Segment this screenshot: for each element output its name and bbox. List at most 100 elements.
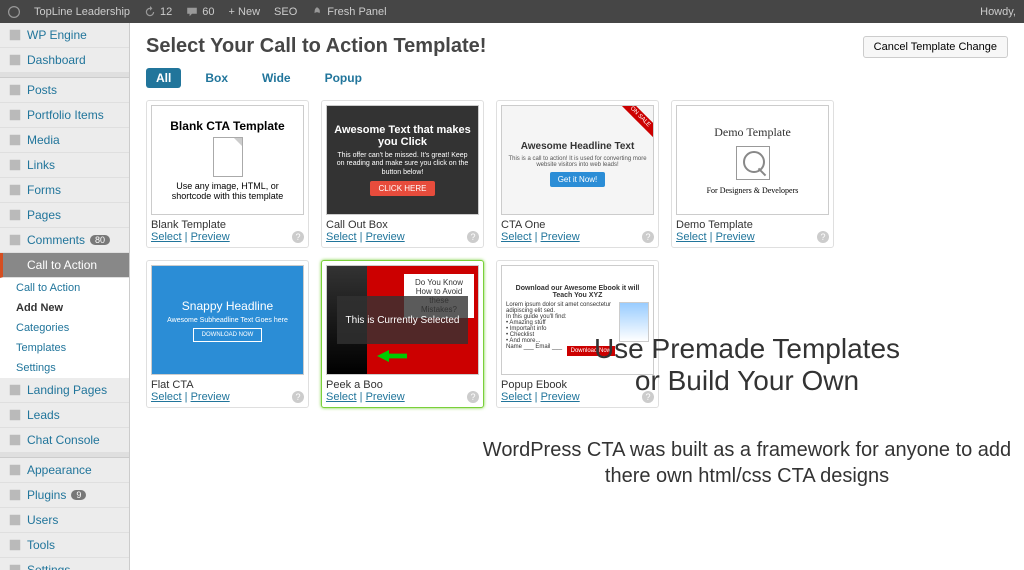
tab-popup[interactable]: Popup — [315, 68, 372, 88]
template-name: CTA One — [501, 219, 654, 231]
menu-icon — [8, 408, 22, 422]
filter-tabs: All Box Wide Popup — [146, 68, 1008, 88]
count-badge: 80 — [90, 235, 110, 245]
select-link[interactable]: Select — [676, 231, 707, 243]
sidebar-item-plugins[interactable]: Plugins9 — [0, 483, 129, 508]
template-links: Select | Preview — [326, 391, 479, 403]
sidebar-sub-templates[interactable]: Templates — [0, 338, 129, 358]
template-links: Select | Preview — [151, 231, 304, 243]
select-link[interactable]: Select — [326, 391, 357, 403]
new-content[interactable]: + New — [229, 6, 261, 18]
template-name: Blank Template — [151, 219, 304, 231]
menu-icon — [8, 208, 22, 222]
menu-icon — [8, 83, 22, 97]
sidebar-sub-add-new[interactable]: Add New — [0, 298, 129, 318]
sidebar-item-forms[interactable]: Forms — [0, 178, 129, 203]
sidebar-item-landing-pages[interactable]: Landing Pages — [0, 378, 129, 403]
preview-link[interactable]: Preview — [716, 231, 755, 243]
preview-link[interactable]: Preview — [366, 231, 405, 243]
tab-box[interactable]: Box — [195, 68, 238, 88]
tab-wide[interactable]: Wide — [252, 68, 301, 88]
template-card: Awesome Text that makes you ClickThis of… — [321, 100, 484, 248]
wp-logo-icon[interactable] — [8, 6, 20, 18]
template-card: Blank CTA TemplateUse any image, HTML, o… — [146, 100, 309, 248]
sidebar-item-settings[interactable]: Settings — [0, 558, 129, 570]
seo-link[interactable]: SEO — [274, 6, 297, 18]
menu-icon — [8, 383, 22, 397]
preview-link[interactable]: Preview — [541, 231, 580, 243]
sidebar-item-pages[interactable]: Pages — [0, 203, 129, 228]
sidebar-item-chat-console[interactable]: Chat Console — [0, 428, 129, 453]
cancel-button[interactable]: Cancel Template Change — [863, 36, 1008, 58]
template-links: Select | Preview — [326, 231, 479, 243]
sidebar-item-tools[interactable]: Tools — [0, 533, 129, 558]
template-card: Snappy HeadlineAwesome Subheadline Text … — [146, 260, 309, 408]
menu-icon — [8, 538, 22, 552]
template-card: Demo TemplateFor Designers & Developers D… — [671, 100, 834, 248]
sidebar-item-portfolio-items[interactable]: Portfolio Items — [0, 103, 129, 128]
site-name[interactable]: TopLine Leadership — [34, 6, 130, 18]
template-name: Peek a Boo — [326, 379, 479, 391]
template-links: Select | Preview — [676, 231, 829, 243]
info-icon[interactable]: ? — [467, 231, 479, 243]
menu-icon — [8, 53, 22, 67]
sidebar-item-leads[interactable]: Leads — [0, 403, 129, 428]
menu-icon — [8, 108, 22, 122]
menu-icon — [8, 258, 22, 272]
promo-overlay: Use Premade Templatesor Build Your Own W… — [480, 333, 1014, 489]
select-link[interactable]: Select — [151, 391, 182, 403]
menu-icon — [8, 513, 22, 527]
updates-count[interactable]: 12 — [144, 6, 172, 18]
info-icon[interactable]: ? — [817, 231, 829, 243]
preview-link[interactable]: Preview — [366, 391, 405, 403]
sidebar-item-appearance[interactable]: Appearance — [0, 458, 129, 483]
info-icon[interactable]: ? — [467, 391, 479, 403]
template-name: Flat CTA — [151, 379, 304, 391]
sidebar-sub-call-to-action[interactable]: Call to Action — [0, 278, 129, 298]
template-thumb[interactable]: ON SALEAwesome Headline TextThis is a ca… — [501, 105, 654, 215]
template-name: Call Out Box — [326, 219, 479, 231]
count-badge: 9 — [71, 490, 86, 500]
sidebar-item-links[interactable]: Links — [0, 153, 129, 178]
info-icon[interactable]: ? — [292, 391, 304, 403]
template-links: Select | Preview — [501, 231, 654, 243]
menu-icon — [8, 233, 22, 247]
select-link[interactable]: Select — [151, 231, 182, 243]
template-thumb[interactable]: Blank CTA TemplateUse any image, HTML, o… — [151, 105, 304, 215]
template-links: Select | Preview — [151, 391, 304, 403]
sidebar-item-dashboard[interactable]: Dashboard — [0, 48, 129, 73]
preview-link[interactable]: Preview — [191, 231, 230, 243]
sidebar-item-posts[interactable]: Posts — [0, 78, 129, 103]
menu-icon — [8, 158, 22, 172]
page-title: Select Your Call to Action Template! — [146, 35, 486, 58]
select-link[interactable]: Select — [326, 231, 357, 243]
template-card: Do You Know How to Avoid theseMistakes?T… — [321, 260, 484, 408]
select-link[interactable]: Select — [501, 231, 532, 243]
fresh-panel[interactable]: Fresh Panel — [311, 6, 386, 18]
template-thumb[interactable]: Snappy HeadlineAwesome Subheadline Text … — [151, 265, 304, 375]
admin-bar: TopLine Leadership 12 60 + New SEO Fresh… — [0, 0, 1024, 23]
sidebar-item-call-to-action[interactable]: Call to Action — [0, 253, 129, 278]
template-thumb[interactable]: Do You Know How to Avoid theseMistakes?T… — [326, 265, 479, 375]
menu-icon — [8, 133, 22, 147]
template-thumb[interactable]: Demo TemplateFor Designers & Developers — [676, 105, 829, 215]
tab-all[interactable]: All — [146, 68, 181, 88]
sidebar-sub-categories[interactable]: Categories — [0, 318, 129, 338]
sidebar-item-media[interactable]: Media — [0, 128, 129, 153]
template-card: ON SALEAwesome Headline TextThis is a ca… — [496, 100, 659, 248]
preview-link[interactable]: Preview — [191, 391, 230, 403]
sidebar-item-wp-engine[interactable]: WP Engine — [0, 23, 129, 48]
comments-count[interactable]: 60 — [186, 6, 214, 18]
menu-icon — [8, 28, 22, 42]
template-thumb[interactable]: Awesome Text that makes you ClickThis of… — [326, 105, 479, 215]
sidebar-sub-settings[interactable]: Settings — [0, 358, 129, 378]
content-area: Select Your Call to Action Template! Can… — [130, 23, 1024, 570]
sidebar-item-users[interactable]: Users — [0, 508, 129, 533]
template-name: Demo Template — [676, 219, 829, 231]
sidebar-item-comments[interactable]: Comments80 — [0, 228, 129, 253]
menu-icon — [8, 183, 22, 197]
info-icon[interactable]: ? — [642, 231, 654, 243]
info-icon[interactable]: ? — [292, 231, 304, 243]
howdy-user[interactable]: Howdy, — [980, 6, 1016, 18]
menu-icon — [8, 433, 22, 447]
